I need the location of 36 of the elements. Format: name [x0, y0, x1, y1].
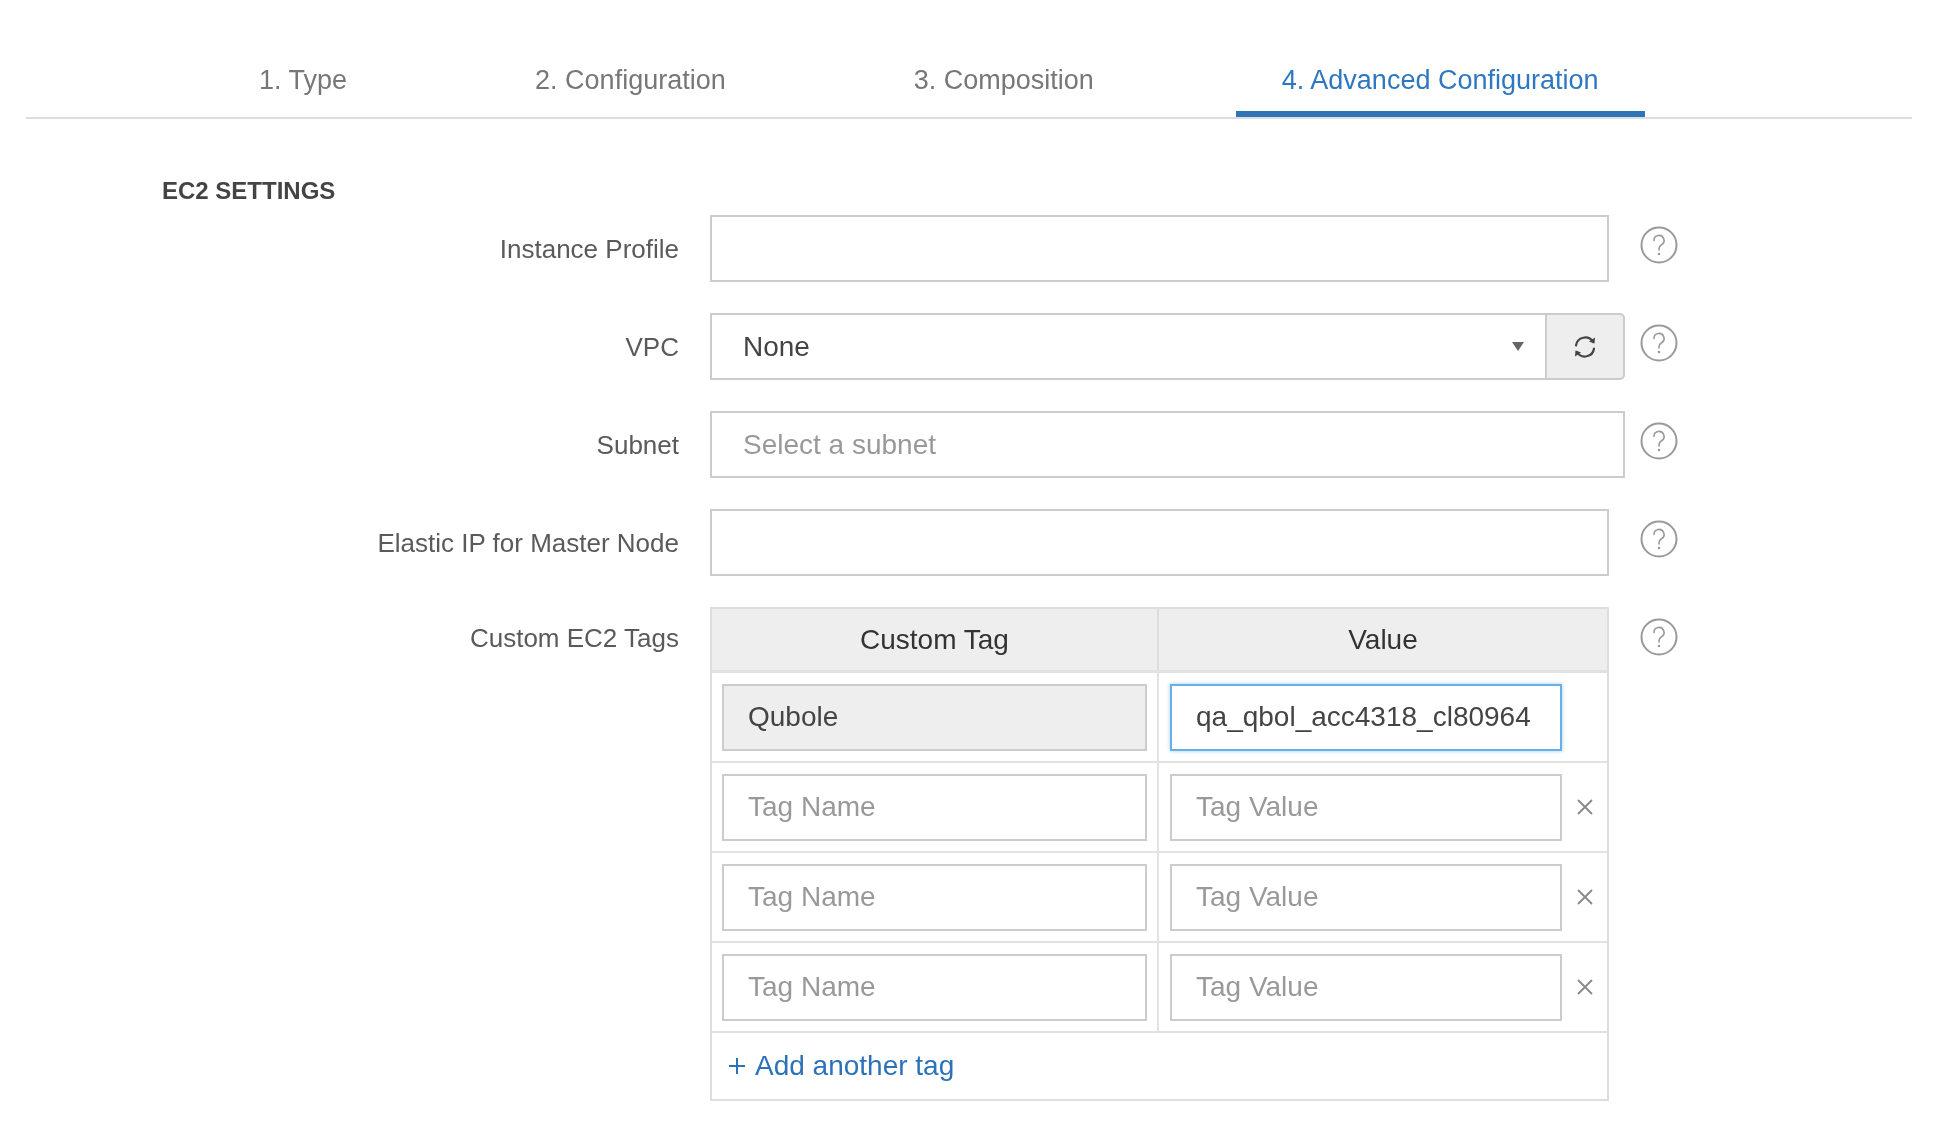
refresh-button[interactable] [1547, 313, 1625, 380]
input-field[interactable] [710, 215, 1609, 282]
input-field[interactable]: Tag Value [1170, 863, 1562, 931]
input-field[interactable]: qa_qbol_acc4318_cl80964 [1170, 683, 1562, 751]
select-field[interactable]: None [710, 313, 1547, 380]
column-header: Custom Tag [712, 609, 1159, 670]
refresh-icon [1572, 334, 1598, 359]
input-field[interactable]: Tag Name [722, 773, 1147, 841]
wizard-tab[interactable]: 1. Type [213, 0, 394, 117]
input-field[interactable]: Select a subnet [710, 411, 1625, 478]
input-field[interactable]: Tag Name [722, 863, 1147, 931]
help-icon[interactable] [1640, 323, 1678, 362]
help-icon[interactable] [1640, 618, 1678, 656]
field-label: VPC [625, 331, 679, 362]
field-label: Custom EC2 Tags [469, 623, 679, 653]
field-label: Instance Profile [499, 233, 679, 264]
close-icon[interactable] [1576, 799, 1593, 815]
section-title: EC2 SETTINGS [162, 178, 336, 204]
column-header: Value [1347, 623, 1419, 657]
wizard-tab[interactable]: 3. Composition [867, 0, 1140, 117]
add-tag-link[interactable]: Add another tag [728, 1050, 955, 1082]
close-icon[interactable] [1576, 889, 1593, 905]
input-field[interactable]: Tag Value [1170, 953, 1562, 1021]
wizard-tab[interactable]: 2. Configuration [489, 0, 772, 117]
input-field[interactable]: Tag Name [722, 953, 1147, 1021]
help-icon[interactable] [1640, 519, 1678, 558]
help-icon[interactable] [1640, 421, 1678, 460]
input-field[interactable]: Tag Value [1170, 773, 1562, 841]
input-field[interactable] [710, 509, 1609, 576]
caret-icon [1512, 342, 1524, 351]
field-label: Subnet [596, 429, 679, 460]
close-icon[interactable] [1576, 979, 1593, 995]
field-label: Elastic IP for Master Node [377, 527, 679, 558]
wizard-tab[interactable]: 4. Advanced Configuration [1235, 0, 1645, 117]
plus-icon [728, 1057, 746, 1075]
help-icon[interactable] [1640, 225, 1678, 264]
